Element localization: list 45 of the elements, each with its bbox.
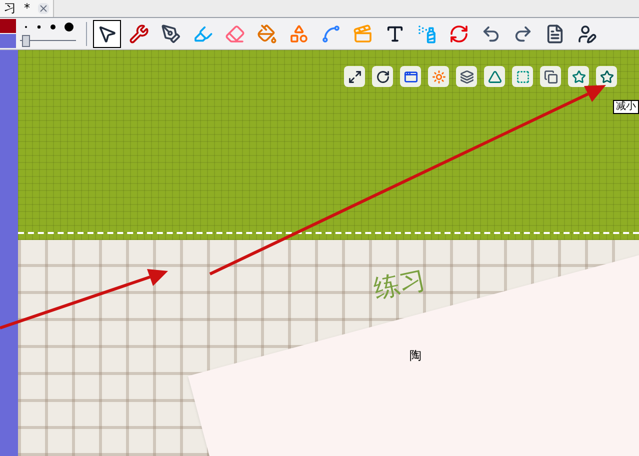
triangle-icon — [488, 70, 502, 84]
expand-icon — [348, 70, 362, 84]
sun-button[interactable] — [428, 66, 449, 87]
shapes-icon — [289, 24, 309, 44]
paint-bucket-icon — [257, 24, 277, 44]
text-tool-icon — [385, 24, 405, 44]
color-swatch[interactable] — [0, 34, 16, 48]
clapperboard-icon — [353, 24, 373, 44]
sun-icon — [432, 70, 446, 84]
page-icon — [545, 24, 565, 44]
pen-icon — [161, 24, 181, 44]
undo-icon — [481, 24, 501, 44]
pointer-tool-button[interactable] — [93, 20, 121, 48]
layers-icon — [460, 70, 474, 84]
rotate-icon — [376, 70, 390, 84]
size-slider[interactable] — [20, 34, 76, 46]
user-pen-icon — [577, 24, 597, 44]
line-icon — [321, 24, 341, 44]
color-swatch[interactable] — [0, 19, 16, 33]
star-icon — [600, 70, 614, 84]
layers-button[interactable] — [456, 66, 477, 87]
tooltip: 减小 — [613, 100, 639, 114]
window-button[interactable] — [400, 66, 421, 87]
highlighter-icon — [193, 24, 213, 44]
pointer-icon — [97, 24, 117, 44]
rotate-button[interactable] — [372, 66, 393, 87]
window-icon — [404, 70, 418, 84]
eraser-icon — [225, 24, 245, 44]
canvas-title: 练习 — [370, 264, 430, 308]
wrench-icon — [129, 24, 149, 44]
star-icon — [572, 70, 586, 84]
star-button[interactable] — [596, 66, 617, 87]
tab-title[interactable]: 习 — [4, 2, 16, 14]
slider-thumb[interactable] — [22, 34, 30, 46]
spray-bottle-icon — [417, 24, 437, 44]
copy-button[interactable] — [540, 66, 561, 87]
expand-button[interactable] — [344, 66, 365, 87]
close-icon[interactable] — [38, 2, 49, 14]
card-text: 陶 — [409, 347, 422, 364]
refresh-icon — [449, 24, 469, 44]
star-button[interactable] — [568, 66, 589, 87]
copy-icon — [544, 70, 558, 84]
modified-mark: * — [24, 2, 30, 14]
triangle-button[interactable] — [484, 66, 505, 87]
redo-icon — [513, 24, 533, 44]
